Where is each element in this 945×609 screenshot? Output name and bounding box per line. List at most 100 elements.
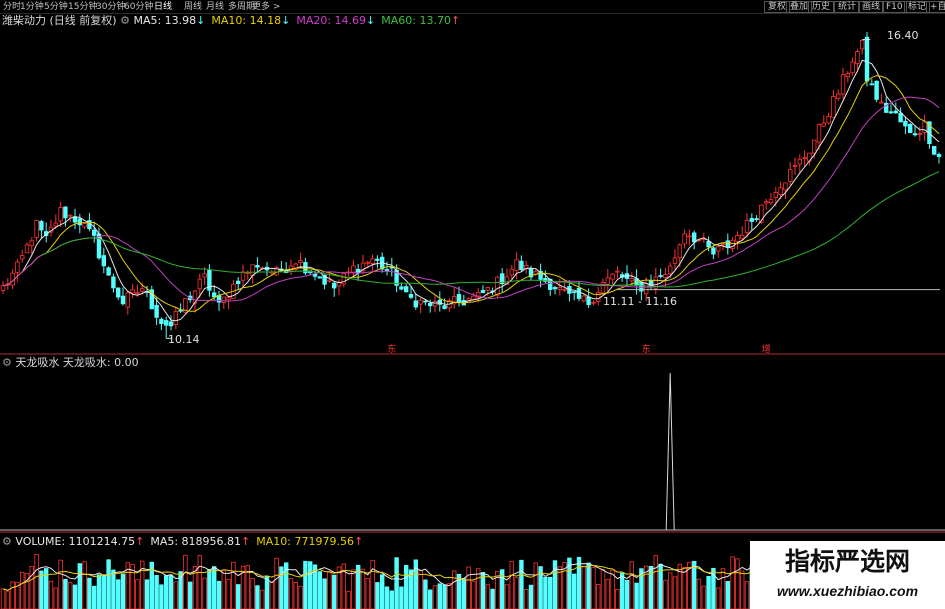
volume-bar	[360, 568, 366, 609]
candle-body	[797, 158, 802, 165]
candle-body	[836, 93, 841, 99]
candle-body	[605, 277, 610, 285]
volume-bar	[58, 559, 63, 609]
candle-body	[101, 255, 106, 267]
candle-body	[514, 259, 519, 272]
volume-bar	[552, 560, 558, 609]
candle-body	[552, 287, 558, 290]
volume-bar	[72, 584, 78, 609]
volume-bar	[29, 565, 34, 609]
candle-body	[936, 154, 942, 157]
candle-body	[235, 280, 241, 285]
candle-body	[581, 295, 586, 302]
candle-body	[658, 275, 663, 277]
candle-body	[53, 222, 58, 227]
volume-bar	[226, 578, 231, 609]
candle-body	[644, 283, 649, 295]
arrow-up-icon: ↑	[353, 535, 364, 548]
volume-bar	[187, 581, 193, 609]
candle-body	[298, 260, 303, 263]
candle-body	[221, 296, 226, 303]
sub-indicator: 天龙吸水: 0.00	[62, 356, 139, 369]
candle-body	[154, 304, 159, 318]
candle-body	[816, 124, 822, 143]
volume-bar	[39, 570, 44, 609]
candle-body	[240, 271, 246, 281]
volume-bar	[379, 574, 385, 609]
volume-bar	[163, 575, 169, 609]
candle-body	[572, 291, 577, 294]
candle-body	[106, 267, 111, 276]
volume-bar	[365, 578, 370, 609]
volume-bar	[720, 568, 726, 609]
candle-body	[399, 286, 404, 290]
candle-body	[879, 101, 884, 104]
volume-bar	[173, 581, 178, 609]
volume-bar	[216, 580, 222, 609]
arrow-up-icon: ↑	[135, 535, 145, 548]
candle-body	[418, 299, 423, 305]
candle-body	[413, 300, 418, 308]
candle-body	[912, 133, 918, 136]
volume-bar	[159, 584, 164, 609]
candle-body	[173, 311, 178, 325]
indicator-value: MA20: 14.69↓	[296, 14, 376, 27]
settings-icon: ⚙	[120, 14, 130, 27]
volume-bar	[682, 566, 687, 609]
candle-body	[168, 321, 174, 327]
spike-line	[665, 372, 675, 531]
volume-bar	[116, 579, 121, 609]
volume-bar	[34, 553, 39, 609]
volume-bar	[19, 571, 25, 609]
candle-body	[130, 289, 135, 294]
candle-body	[34, 220, 39, 238]
moving-averages	[2, 59, 940, 322]
volume-bar	[144, 579, 150, 609]
candle-body	[370, 258, 375, 264]
candle-body	[384, 269, 390, 271]
candle-body	[744, 220, 750, 233]
candle-body	[24, 244, 30, 254]
volume-bar	[0, 588, 6, 609]
candle-body	[432, 301, 438, 307]
candle-body	[63, 206, 68, 219]
volume-bar	[106, 559, 111, 609]
volume-bar	[735, 558, 740, 609]
candle-body	[716, 246, 721, 252]
candle-body	[519, 260, 524, 270]
volume-bar	[423, 579, 428, 609]
volume-bar	[403, 564, 409, 609]
volume-panel-title: ⚙ VOLUME: 1101214.75↑ MA5: 818956.81↑ MA10…	[2, 535, 369, 549]
volume-bar	[466, 566, 471, 609]
volume-bar	[490, 588, 495, 609]
candle-body	[139, 288, 145, 292]
volume-bar	[591, 567, 596, 609]
candle-body	[706, 241, 711, 248]
signal-marker: 东	[642, 343, 651, 355]
candle-body	[509, 268, 514, 276]
candle-body	[893, 110, 898, 114]
watermark: 指标严选网 www.xuezhibiao.com	[750, 541, 945, 609]
range-label: 11.11 - 11.16	[603, 295, 677, 308]
volume-bar	[576, 556, 582, 609]
volume-bar	[197, 555, 202, 609]
candle-body	[408, 294, 414, 298]
candle-body	[591, 301, 596, 304]
volume-bar	[211, 566, 217, 609]
volume-bar	[696, 578, 702, 609]
candle-body	[557, 286, 562, 290]
volume-bar	[322, 578, 327, 609]
candle-body	[178, 309, 183, 312]
arrow-down-icon: ↓	[281, 14, 291, 27]
candle-body	[783, 182, 788, 191]
indicator-value: MA60: 13.70↑	[381, 14, 461, 27]
volume-bar	[375, 582, 380, 609]
volume-bar	[437, 583, 442, 609]
candle-body	[111, 276, 116, 289]
sub-settings-icon: ⚙	[2, 356, 12, 369]
volume-bar	[399, 586, 404, 609]
candle-body	[255, 264, 260, 268]
volume-bar	[168, 574, 174, 609]
volume-bar	[461, 578, 466, 609]
candle-body	[812, 139, 817, 154]
